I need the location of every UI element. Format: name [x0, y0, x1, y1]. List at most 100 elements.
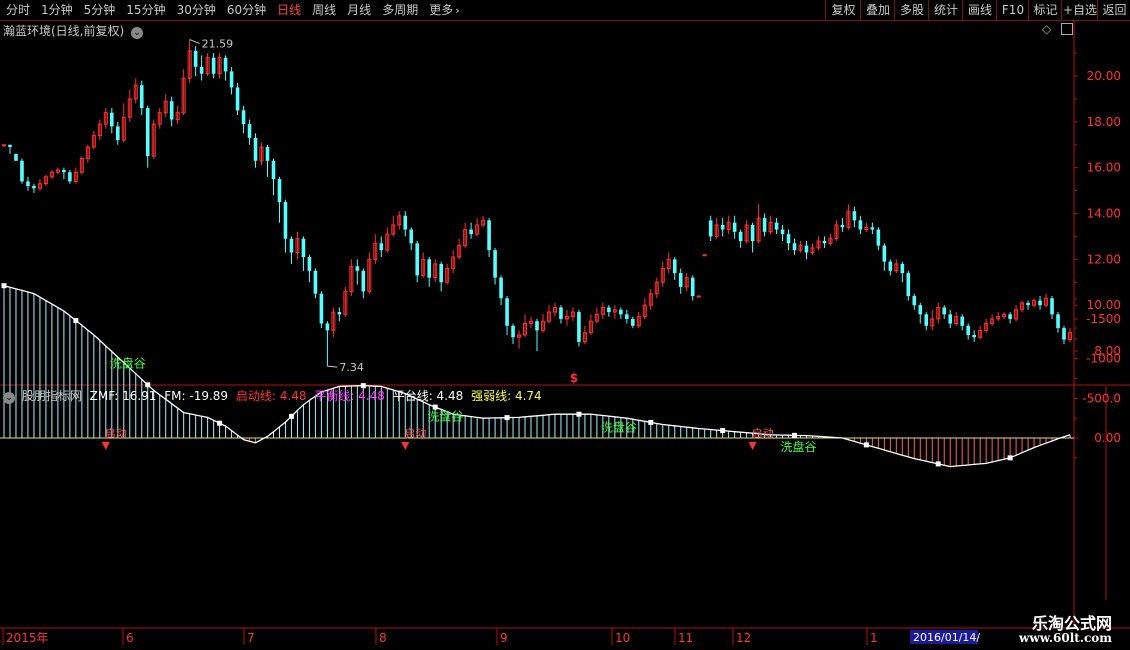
timeline-label-0: 2015年	[6, 631, 49, 645]
candle-body	[68, 172, 72, 182]
candle-body	[840, 224, 845, 228]
candle-body	[241, 110, 246, 125]
candle-body	[247, 124, 252, 138]
qidong-label-1: 启动	[404, 427, 426, 440]
candle-body	[403, 215, 408, 230]
cursor-date-label: 2016/01/14/	[913, 631, 980, 644]
candle-body	[876, 229, 881, 246]
candle-body	[62, 169, 66, 173]
candle-body	[852, 211, 857, 221]
fm-value: FM: -19.89	[164, 389, 229, 403]
qidong-value: 启动线: 4.48	[235, 389, 307, 403]
stock-title-text: 瀚蓝环境(日线,前复权)	[3, 24, 125, 38]
zmf-dot	[576, 411, 582, 417]
zmf-dot	[504, 415, 510, 421]
candle-body	[115, 126, 120, 141]
candle-body	[1056, 314, 1060, 329]
candle-body	[361, 270, 366, 292]
candle-body	[858, 220, 863, 230]
price-tick-label-1: 18.00	[1087, 115, 1121, 129]
zmf-dot	[1, 283, 7, 289]
candle-body	[708, 220, 713, 237]
watermark-logo: 乐淘公式网 www.60lt.com	[995, 608, 1130, 648]
zmf-dot	[863, 442, 869, 448]
candle-body	[678, 273, 683, 287]
candle-body	[289, 238, 294, 253]
candle-body	[319, 293, 324, 324]
candle-body	[804, 245, 809, 253]
candle-body	[8, 144, 12, 148]
high-price-label: 21.59	[202, 38, 234, 51]
candle-body	[355, 266, 360, 271]
candle-body	[235, 87, 240, 111]
signal-mark: $	[570, 371, 578, 385]
low-price-label: 7.34	[339, 361, 364, 374]
timeline-label-8: 1	[870, 631, 878, 645]
stock-title[interactable]: 瀚蓝环境(日线,前复权) ⌄	[3, 22, 144, 39]
candle-body	[607, 307, 611, 313]
candle-body	[253, 137, 258, 161]
candle-body	[1038, 300, 1042, 306]
qidong-arrow	[101, 442, 110, 450]
pingheng-value: 平衡线: 4.48	[314, 389, 385, 403]
candle-body	[283, 202, 288, 239]
timeline-label-2: 7	[247, 631, 255, 645]
candle-body	[469, 229, 473, 235]
candle-body	[625, 314, 629, 319]
zmf-dot	[648, 419, 654, 425]
candle-body	[972, 334, 976, 338]
candle-body	[900, 263, 905, 274]
candle-body	[145, 108, 150, 157]
timeline-label-4: 9	[500, 631, 508, 645]
zmf-dot	[73, 318, 79, 324]
indicator-header: ⌄ 股朋指标网 ZMF: 16.91 FM: -19.89 启动线: 4.48 …	[3, 387, 542, 404]
candle-body	[505, 298, 509, 326]
candle-body	[439, 263, 443, 283]
candle-body	[822, 241, 827, 244]
candle-body	[786, 234, 791, 244]
candle-body	[325, 323, 330, 331]
pingtai-value: 平台线: 4.48	[392, 389, 464, 403]
candle-body	[301, 238, 306, 258]
high-pointer-line	[189, 39, 200, 45]
price-tick-label-3: 14.00	[1087, 207, 1121, 221]
zmf-dot	[935, 461, 941, 467]
ind-tick-label-0: 0.00	[1094, 431, 1121, 445]
xiandang-label-2: 洗盘谷	[601, 420, 637, 435]
candle-body	[14, 153, 18, 161]
candle-body	[882, 245, 887, 262]
timeline-label-1: 6	[126, 631, 134, 645]
price-tick-label-2: 16.00	[1087, 161, 1121, 175]
candle-body	[960, 316, 965, 326]
candle-body	[487, 220, 491, 251]
timeline-label-5: 10	[615, 631, 630, 645]
indicator-name[interactable]: 股朋指标网	[22, 389, 82, 403]
candle-body	[906, 273, 911, 296]
zmf-dot	[217, 420, 223, 426]
candle-body	[535, 321, 539, 331]
timeline-label-3: 8	[379, 631, 387, 645]
panel-toggle-icon[interactable]	[1061, 23, 1073, 35]
low-pointer-line	[327, 365, 338, 368]
candle-body	[379, 243, 384, 251]
candle-body	[888, 261, 893, 271]
candle-body	[199, 66, 204, 74]
candle-body	[337, 312, 342, 315]
candle-body	[499, 277, 503, 299]
candle-body	[619, 309, 623, 315]
candle-body	[631, 318, 635, 326]
candle-body	[415, 243, 420, 276]
candle-body	[702, 254, 707, 257]
chevron-down-icon[interactable]: ⌄	[131, 27, 144, 39]
candle-body	[792, 243, 797, 251]
chevron-down-icon[interactable]: ⌄	[3, 392, 15, 404]
chart-canvas[interactable]: 20.0018.0016.0014.0012.0010.008.0021.597…	[0, 0, 1130, 650]
candle-body	[2, 144, 6, 147]
diamond-icon[interactable]: ◇	[1042, 22, 1051, 36]
candle-body	[493, 250, 497, 278]
candle-body	[780, 229, 785, 235]
candle-body	[1026, 302, 1030, 306]
qidong-label-0: 启动	[105, 427, 127, 440]
candle-body	[577, 312, 581, 342]
candle-body	[265, 147, 270, 161]
